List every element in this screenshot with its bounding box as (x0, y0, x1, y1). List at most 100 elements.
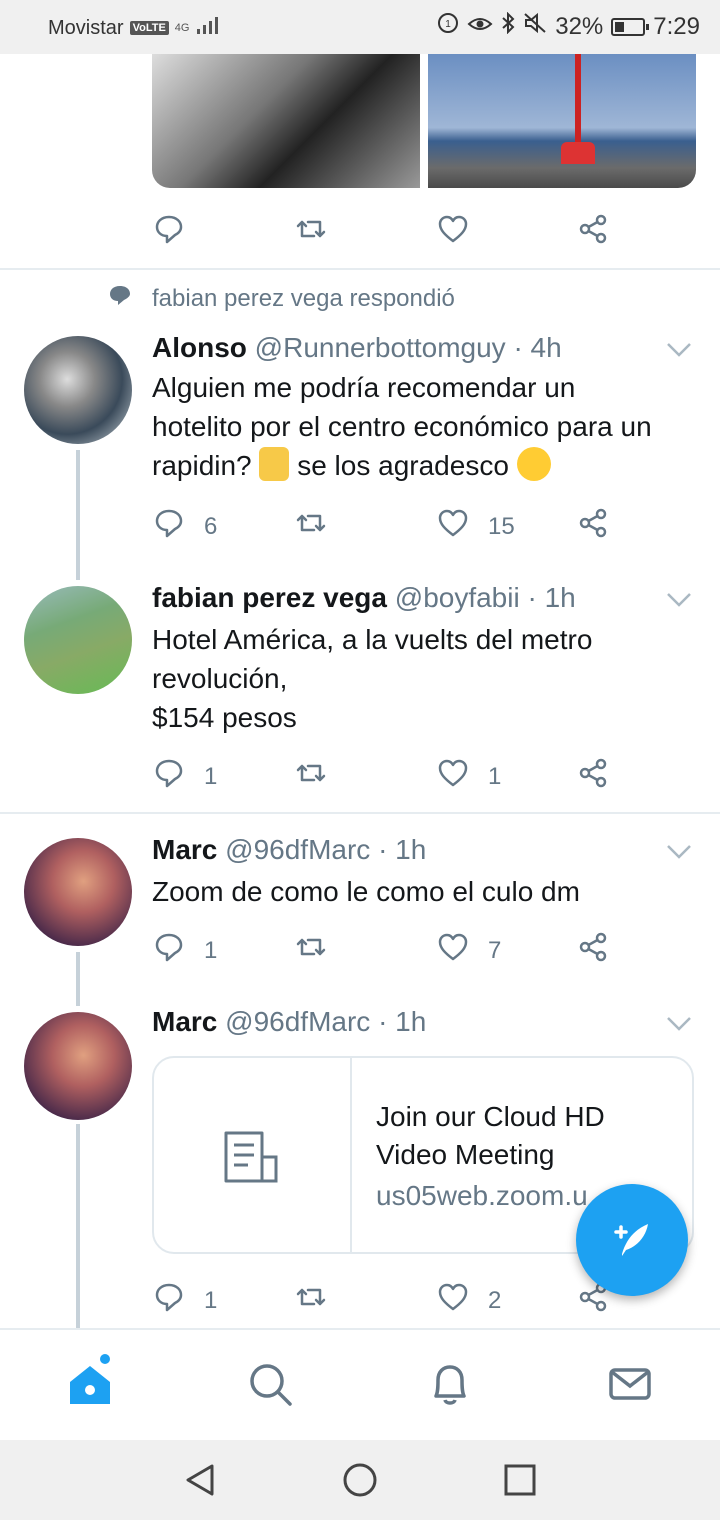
author-handle[interactable]: @96dfMarc · 1h (225, 1006, 426, 1037)
author-handle[interactable]: @96dfMarc · 1h (225, 834, 426, 865)
share-button[interactable] (576, 212, 610, 253)
retweet-button[interactable] (294, 1280, 328, 1321)
author-handle[interactable]: @Runnerbottomguy · 4h (255, 332, 562, 363)
tweet-divider (0, 812, 720, 814)
tweet-text: Alguien me podría recomendar un hotelito… (152, 368, 700, 485)
avatar[interactable] (24, 586, 132, 694)
author-name[interactable]: Marc (152, 834, 217, 865)
nav-home[interactable] (66, 1360, 114, 1408)
battery-fill (615, 21, 624, 32)
tweet-text: Zoom de como le como el culo dm (152, 872, 700, 911)
like-count: 2 (488, 1286, 502, 1314)
chevron-down-icon[interactable] (666, 342, 692, 358)
like-icon (436, 930, 470, 971)
chevron-down-icon[interactable] (666, 592, 692, 608)
avatar[interactable] (24, 1012, 132, 1120)
thread-line (76, 450, 80, 580)
reply-button[interactable]: 6 (152, 506, 217, 547)
image-lighthouse-base (561, 142, 595, 164)
tweet-header: Marc @96dfMarc · 1h (152, 1006, 662, 1038)
bluetooth-icon (501, 11, 515, 41)
like-count: 7 (488, 936, 502, 964)
avatar[interactable] (24, 838, 132, 946)
tweet-text-segment: se los agradesco (297, 450, 509, 481)
reply-count: 1 (204, 936, 218, 964)
system-navigation-bar (0, 1440, 720, 1520)
like-button[interactable]: 15 (436, 506, 515, 547)
tweet-divider (0, 268, 720, 270)
link-card-thumbnail (154, 1058, 352, 1252)
share-button[interactable] (576, 930, 610, 971)
tweet-header: fabian perez vega @boyfabii · 1h (152, 582, 662, 614)
chevron-down-icon[interactable] (666, 1016, 692, 1032)
tweet-actions (152, 212, 632, 248)
like-button[interactable]: 1 (436, 756, 501, 797)
reply-button[interactable]: 1 (152, 1280, 217, 1321)
tweet-text-line: Hotel América, a la vuelts del metro (152, 624, 593, 655)
nav-messages[interactable] (606, 1360, 654, 1408)
retweet-icon (294, 212, 328, 253)
timeline[interactable]: fabian perez vega respondió Alonso @Runn… (0, 54, 720, 1328)
recents-icon[interactable] (502, 1462, 538, 1498)
tweet-image-1[interactable] (152, 54, 420, 188)
retweet-icon (294, 756, 328, 797)
reply-count: 1 (204, 762, 218, 790)
author-name[interactable]: Marc (152, 1006, 217, 1037)
compose-icon (614, 1224, 648, 1256)
retweet-button[interactable] (294, 930, 328, 971)
reply-button[interactable]: 1 (152, 756, 217, 797)
like-button[interactable] (436, 212, 470, 253)
author-name[interactable]: fabian perez vega (152, 582, 387, 613)
speech-bubble-icon (108, 284, 132, 313)
reply-button[interactable] (152, 212, 186, 253)
status-left: Movistar VoLTE 4G (48, 15, 221, 41)
reply-icon (152, 930, 186, 971)
like-icon (436, 506, 470, 547)
share-icon (576, 506, 610, 547)
folded-hands-emoji-icon (259, 447, 290, 481)
like-icon (436, 1280, 470, 1321)
data-saver-icon: 1 (437, 12, 459, 41)
tweet-text-line: $154 pesos (152, 702, 297, 733)
tweet-image-2[interactable] (428, 54, 696, 188)
share-button[interactable] (576, 756, 610, 797)
reply-context[interactable]: fabian perez vega respondió (108, 284, 455, 313)
author-handle[interactable]: @boyfabii · 1h (395, 582, 576, 613)
reply-icon (152, 756, 186, 797)
status-bar: Movistar VoLTE 4G 1 32% 7:29 (0, 0, 720, 54)
share-button[interactable] (576, 506, 610, 547)
notifications-icon (434, 1365, 466, 1405)
new-content-dot (100, 1354, 110, 1364)
tweet-text-line: Zoom de como le como el culo dm (152, 876, 580, 907)
retweet-button[interactable] (294, 212, 328, 253)
share-icon (576, 930, 610, 971)
avatar[interactable] (24, 336, 132, 444)
share-icon (576, 212, 610, 253)
reply-count: 1 (204, 1286, 218, 1314)
like-button[interactable]: 2 (436, 1280, 501, 1321)
tweet-text: Hotel América, a la vuelts del metro rev… (152, 620, 700, 737)
home-icon (70, 1366, 110, 1404)
tweet-text-segment: rapidin? (152, 450, 252, 481)
tweet-text-line: rapidin? se los agradesco (152, 446, 700, 485)
thread-line (76, 952, 80, 1006)
share-icon (576, 756, 610, 797)
like-button[interactable]: 7 (436, 930, 501, 971)
messages-icon (609, 1368, 651, 1400)
nav-search[interactable] (246, 1360, 294, 1408)
retweet-button[interactable] (294, 506, 328, 547)
status-right: 1 32% 7:29 (437, 11, 700, 41)
carrier-name: Movistar (48, 16, 124, 39)
back-icon[interactable] (182, 1462, 218, 1498)
search-icon (250, 1364, 292, 1406)
home-circle-icon[interactable] (342, 1462, 378, 1498)
nav-notifications[interactable] (426, 1360, 474, 1408)
chevron-down-icon[interactable] (666, 844, 692, 860)
author-name[interactable]: Alonso (152, 332, 247, 363)
retweet-button[interactable] (294, 756, 328, 797)
link-card-title: Join our Cloud HD Video Meeting (376, 1101, 605, 1170)
tweet-actions: 6 15 (152, 506, 632, 542)
reply-button[interactable]: 1 (152, 930, 217, 971)
clock: 7:29 (653, 12, 700, 40)
compose-tweet-button[interactable] (576, 1184, 688, 1296)
